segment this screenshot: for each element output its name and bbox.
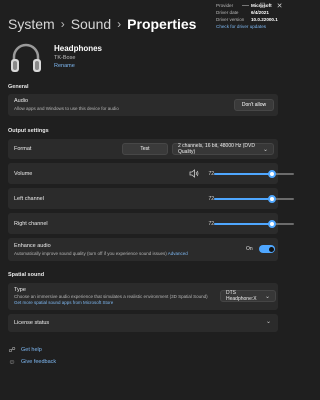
headphones-icon	[11, 43, 41, 72]
help-icon: ☍	[8, 347, 16, 354]
enhance-audio-desc-text: Automatically improve sound quality (tur…	[14, 251, 167, 256]
provider-value: Microsoft	[251, 3, 272, 8]
right-channel-card: Right channel 72	[8, 213, 294, 234]
general-heading: General	[8, 84, 29, 90]
enhance-audio-state: On	[246, 246, 253, 252]
volume-slider[interactable]	[214, 169, 294, 179]
breadcrumb-sound[interactable]: Sound	[71, 16, 111, 32]
chevron-down-icon: ⌄	[266, 319, 272, 325]
chevron-down-icon: ⌄	[264, 293, 270, 300]
left-channel-value: 72	[208, 196, 214, 202]
spatial-sound-heading: Spatial sound	[8, 272, 45, 278]
chevron-right-icon: ›	[117, 17, 122, 31]
device-subtitle: TK-Bose	[54, 55, 76, 61]
audio-card: Audio Allow apps and Windows to use this…	[8, 94, 278, 116]
spatial-type-value: DTS Headphone:X	[226, 290, 257, 302]
driver-info: Provider Microsoft Driver date 6/4/2021 Dr…	[216, 3, 286, 31]
enhance-audio-card: Enhance audio Automatically improve soun…	[8, 238, 278, 261]
volume-label: Volume	[14, 171, 33, 177]
license-status-card[interactable]: License status ⌄	[8, 314, 278, 332]
enhance-audio-label: Enhance audio	[14, 243, 51, 249]
rename-link[interactable]: Rename	[54, 63, 75, 69]
volume-card: Volume 72	[8, 163, 294, 184]
spatial-type-card: Type Choose an immersive audio experienc…	[8, 283, 278, 310]
spatial-type-dropdown[interactable]: DTS Headphone:X ⌄	[220, 290, 276, 302]
breadcrumb-system[interactable]: System	[8, 16, 55, 32]
get-help-link[interactable]: ☍ Get help	[8, 346, 42, 354]
device-name: Headphones	[54, 44, 103, 53]
driver-version-label: Driver version	[216, 17, 245, 22]
volume-slider-thumb[interactable]	[267, 170, 276, 178]
spatial-type-description: Choose an immersive audio experience tha…	[14, 294, 208, 299]
output-settings-heading: Output settings	[8, 128, 49, 134]
feedback-icon: ☺	[8, 358, 16, 366]
right-channel-value: 72	[208, 221, 214, 227]
enhance-audio-description: Automatically improve sound quality (tur…	[14, 251, 188, 256]
audio-label: Audio	[14, 98, 29, 104]
page-title: Properties	[127, 16, 197, 32]
left-channel-slider[interactable]	[214, 194, 294, 204]
driver-version-value: 10.0.22000.1	[251, 17, 278, 22]
audio-description: Allow apps and Windows to use this devic…	[14, 106, 119, 111]
driver-date-label: Driver date	[216, 10, 239, 15]
speaker-icon[interactable]	[189, 169, 199, 178]
driver-date-value: 6/4/2021	[251, 10, 269, 15]
test-button[interactable]: Test	[122, 143, 168, 155]
device-header: Headphones TK-Bose Rename	[8, 40, 278, 82]
microsoft-store-link[interactable]: Get more spatial sound apps from Microso…	[14, 300, 113, 305]
provider-label: Provider	[216, 3, 234, 8]
format-label: Format	[14, 146, 32, 152]
give-feedback-label: Give feedback	[21, 359, 57, 365]
left-channel-label: Left channel	[14, 196, 44, 202]
right-channel-slider-thumb[interactable]	[267, 220, 276, 228]
format-card: Format Test 2 channels, 16 bit, 48000 Hz…	[8, 139, 278, 159]
right-channel-label: Right channel	[14, 221, 48, 227]
spatial-type-label: Type	[14, 287, 26, 293]
check-driver-updates-link[interactable]: Check for driver updates	[216, 24, 266, 31]
volume-value: 72	[208, 171, 214, 177]
enhance-audio-toggle[interactable]	[259, 245, 275, 253]
left-channel-slider-thumb[interactable]	[267, 195, 276, 203]
right-channel-slider[interactable]	[214, 219, 294, 229]
chevron-down-icon: ⌄	[262, 146, 268, 153]
advanced-link[interactable]: Advanced	[168, 251, 188, 256]
format-value: 2 channels, 16 bit, 48000 Hz (DVD Qualit…	[178, 143, 255, 155]
get-help-label: Get help	[21, 347, 42, 353]
left-channel-card: Left channel 72	[8, 188, 294, 209]
give-feedback-link[interactable]: ☺ Give feedback	[8, 358, 56, 366]
license-status-label: License status	[14, 320, 50, 326]
chevron-right-icon: ›	[60, 17, 65, 31]
dont-allow-button[interactable]: Don't allow	[234, 99, 274, 111]
breadcrumb: System › Sound › Properties	[8, 16, 196, 32]
format-dropdown[interactable]: 2 channels, 16 bit, 48000 Hz (DVD Qualit…	[172, 143, 274, 155]
